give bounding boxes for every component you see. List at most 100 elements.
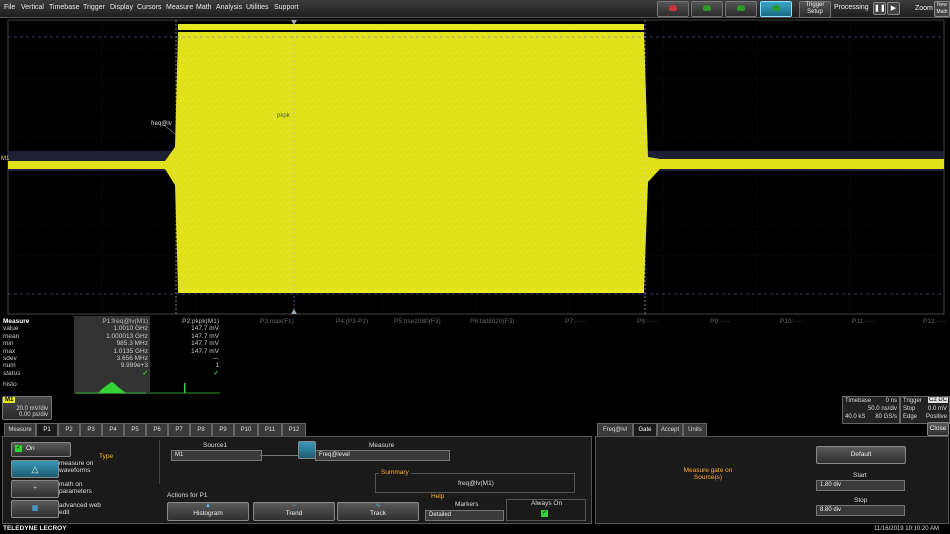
p2-num: 1 [215, 362, 219, 370]
p2-header[interactable]: P2:pkpk(M1) [152, 318, 219, 325]
trace-burst-top [178, 24, 644, 30]
p2-status-check-icon: ✓ [213, 369, 219, 377]
trigger-mode-normal-button[interactable] [725, 1, 757, 17]
tab-p8[interactable]: P8 [190, 423, 212, 436]
p9-header[interactable]: P9:- - - [710, 318, 730, 325]
p8-header[interactable]: P8:- - - [637, 318, 657, 325]
menu-vertical[interactable]: Vertical [21, 4, 44, 11]
source-field[interactable]: M1 [171, 450, 262, 461]
tab-p10[interactable]: P10 [234, 423, 258, 436]
markers-select[interactable]: Detailed [425, 510, 504, 521]
p7-header[interactable]: P7:- - - [565, 318, 585, 325]
p1-min: 985.3 MHz [116, 340, 148, 348]
p10-header[interactable]: P10:- - - [780, 318, 803, 325]
trigger-descriptor[interactable]: Trigger C2 DC Stop 0.0 mV Edge Positive [900, 396, 950, 424]
row-label-measure: Measure [3, 318, 30, 325]
histogram-button[interactable]: ▲ Histogram [167, 502, 249, 521]
timebase-descriptor[interactable]: Timebase 0 ns 50.0 ns/div 40.0 kS 80 GS/… [842, 396, 900, 424]
p1-max: 1.0135 GHz [113, 347, 148, 355]
menu-cursors[interactable]: Cursors [137, 4, 162, 11]
p3-header[interactable]: P3:max(F1) [260, 318, 294, 325]
p6-header[interactable]: P6:fall8020(F3) [470, 318, 514, 325]
tab-accept[interactable]: Accept [657, 423, 683, 436]
tab-p3[interactable]: P3 [80, 423, 102, 436]
menu-trigger[interactable]: Trigger [83, 4, 105, 11]
play-icon[interactable]: ▶ [887, 2, 900, 15]
trigger-level: 0.0 mV [927, 406, 947, 412]
tab-p5[interactable]: P5 [124, 423, 146, 436]
trigger-mode-stop-button[interactable] [657, 1, 689, 17]
tab-p12[interactable]: P12 [282, 423, 306, 436]
row-label-sdev: sdev [3, 354, 17, 362]
start-field[interactable]: 1.80 div [816, 480, 905, 491]
type-measure-on-waveforms-label: measure on waveforms [59, 460, 94, 474]
default-button[interactable]: Default [816, 446, 906, 464]
row-label-mean: mean [3, 332, 20, 340]
markers-label: Markers [455, 501, 479, 508]
waveform-display[interactable] [0, 17, 950, 317]
p1-column[interactable]: P1:freq@lv(M1) 1.0010 GHz 1.000013 GHz 9… [78, 318, 148, 377]
menu-math[interactable]: Math [196, 4, 212, 11]
on-checkbox[interactable]: ✓ On [11, 442, 71, 457]
type-measure-on-waveforms-button[interactable]: △ [11, 460, 59, 478]
trigger-mode-single-button[interactable] [760, 1, 792, 17]
gate-title: Measure gate on Source(s) [683, 467, 733, 481]
p1-header[interactable]: P1:freq@lv(M1) [78, 318, 148, 325]
tab-p6[interactable]: P6 [146, 423, 168, 436]
histogram-plot [76, 382, 220, 394]
brand-logo: TELEDYNE LECROY [3, 525, 67, 532]
tab-p2[interactable]: P2 [58, 423, 80, 436]
tab-p4[interactable]: P4 [102, 423, 124, 436]
timebase-samples: 40.0 kS [845, 414, 866, 420]
tab-gate[interactable]: Gate [633, 423, 657, 436]
menu-file[interactable]: File [4, 4, 15, 11]
p2-sdev: --- [212, 354, 220, 362]
p2-column[interactable]: P2:pkpk(M1) 147.7 mV 147.7 mV 147.7 mV 1… [152, 318, 219, 377]
trigger-mode-auto-button[interactable] [691, 1, 723, 17]
p12-header[interactable]: P12:- - - [923, 318, 946, 325]
type-advanced-web-edit-label: advanced web edit [59, 502, 101, 516]
trend-button[interactable]: ∼ Trend [253, 502, 335, 521]
tab-p1[interactable]: P1 [36, 423, 58, 436]
p11-header[interactable]: P11:- - - [852, 318, 875, 325]
trend-icon: ∼ [291, 503, 297, 509]
web-edit-icon: ▦ [31, 505, 39, 512]
help-label: Help [431, 493, 445, 500]
measure-field[interactable]: Freq@level [315, 450, 450, 461]
menu-timebase[interactable]: Timebase [49, 4, 79, 11]
zoom-button[interactable]: Zoom [915, 5, 933, 12]
p5-header[interactable]: P5:rise2080(F3) [394, 318, 441, 325]
measure-type-icon[interactable] [298, 441, 316, 459]
menu-analysis[interactable]: Analysis [216, 4, 242, 11]
stop-field[interactable]: 8.80 div [816, 505, 905, 516]
trace-marker: M1 [1, 156, 10, 162]
menu-utilities[interactable]: Utilities [246, 4, 269, 11]
tab-units[interactable]: Units [683, 423, 707, 436]
type-math-on-parameters-button[interactable]: ÷ [11, 480, 59, 498]
p2-min: 147.7 mV [191, 340, 219, 348]
menu-display[interactable]: Display [110, 4, 133, 11]
timebase-srate: 80 GS/s [875, 414, 897, 420]
tab-p11[interactable]: P11 [258, 423, 282, 436]
menu-measure[interactable]: Measure [166, 4, 193, 11]
trigger-setup-button[interactable]: Trigger Setup [799, 1, 831, 18]
tab-measure[interactable]: Measure [4, 423, 36, 436]
close-button[interactable]: Close [927, 422, 949, 436]
trigger-slope: Positive [925, 414, 947, 420]
trend-label: Trend [285, 510, 303, 517]
tab-freq-at-level[interactable]: Freq@lvl [597, 423, 633, 436]
check-icon: ✓ [15, 445, 22, 452]
timebase-tdiv: 50.0 ns/div [867, 406, 897, 412]
type-advanced-web-edit-button[interactable]: ▦ [11, 500, 59, 518]
freq-annotation: freq@lv [151, 121, 172, 127]
menu-support[interactable]: Support [274, 4, 299, 11]
tab-p7[interactable]: P7 [168, 423, 190, 436]
tab-p9[interactable]: P9 [212, 423, 234, 436]
track-button[interactable]: ∿ Track [337, 502, 419, 521]
always-on-checkbox[interactable]: ✓ [541, 510, 548, 517]
pkpk-annotation: pkpk [277, 113, 290, 119]
new-math-button[interactable]: New Math [934, 1, 950, 17]
p4-header[interactable]: P4:(P3-P2) [336, 318, 368, 325]
trigger-status-icon [703, 5, 711, 11]
pause-icon[interactable]: ❚❚ [873, 2, 886, 15]
